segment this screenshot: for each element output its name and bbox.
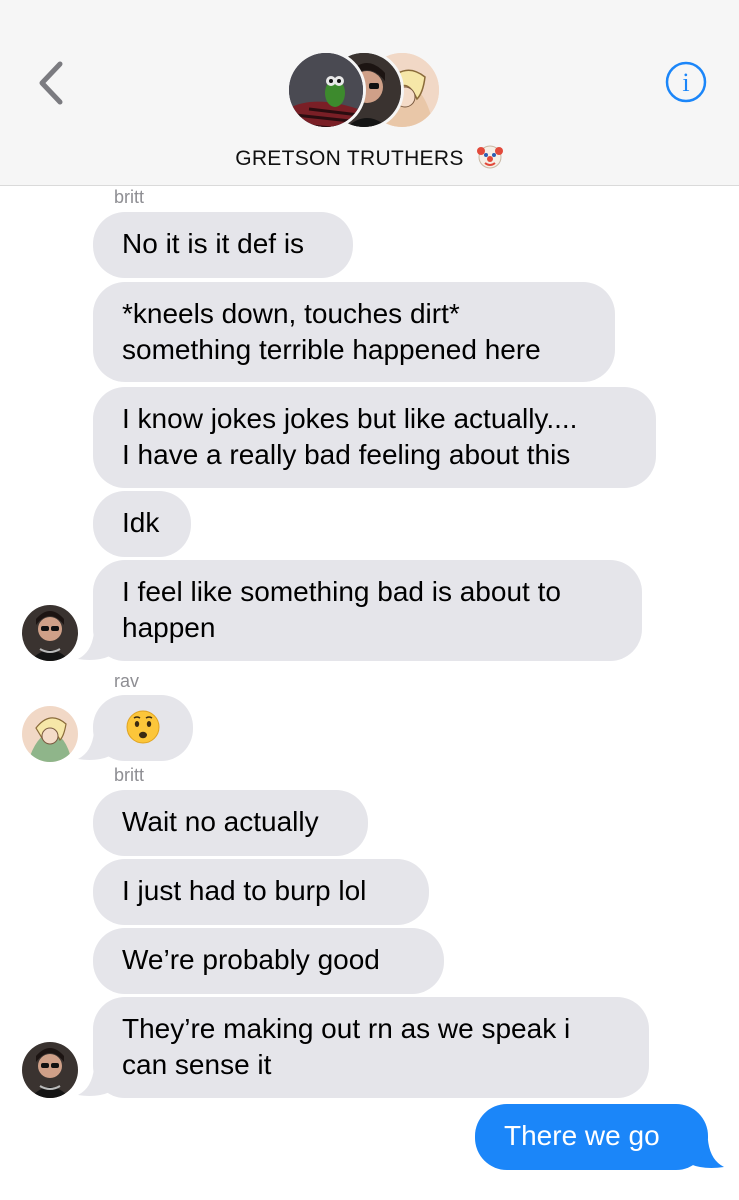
message-bubble[interactable]: Wait no actually (93, 790, 368, 856)
message-text: I just had to burp lol (122, 875, 367, 906)
group-avatar-kermit (286, 50, 366, 130)
message-text-line: something terrible happened here (122, 334, 541, 365)
message-text-line: I know jokes jokes but like actually.... (122, 403, 578, 434)
conversation-header: i GRETSON TRUTHERS (0, 0, 739, 186)
sent-message-bubble[interactable]: There we go (475, 1104, 708, 1170)
message-text-line: I have a really bad feeling about this (122, 439, 571, 470)
message-bubble[interactable]: They’re making out rn as we speak i can … (93, 997, 649, 1098)
sender-name: rav (114, 671, 140, 691)
avatar-britt[interactable] (22, 1042, 78, 1098)
sender-name: britt (114, 765, 145, 785)
avatar-britt[interactable] (22, 605, 78, 661)
message-bubble[interactable]: I know jokes jokes but like actually....… (93, 387, 656, 488)
back-button[interactable] (32, 60, 72, 106)
clown-face-emoji (476, 142, 504, 176)
message-text: Wait no actually (122, 806, 319, 837)
message-text-line: *kneels down, touches dirt* (122, 298, 460, 329)
group-name: GRETSON TRUTHERS (235, 147, 464, 170)
message-bubble[interactable]: Idk (93, 491, 191, 557)
message-text-line: can sense it (122, 1049, 272, 1080)
info-button[interactable]: i (664, 60, 708, 104)
message-bubble[interactable]: No it is it def is (93, 212, 353, 278)
sender-name: britt (114, 187, 145, 207)
message-text: We’re probably good (122, 944, 380, 975)
info-icon: i (665, 61, 707, 103)
group-avatars[interactable] (286, 50, 442, 134)
anxious-face-emoji (125, 709, 161, 754)
message-bubble[interactable] (93, 695, 193, 761)
message-bubble[interactable]: We’re probably good (93, 928, 444, 994)
message-text: There we go (504, 1120, 660, 1151)
message-bubble[interactable]: I just had to burp lol (93, 859, 429, 925)
svg-text:i: i (682, 68, 689, 97)
message-text: Idk (122, 507, 160, 538)
message-bubble[interactable]: I feel like something bad is about to ha… (93, 560, 642, 661)
message-text-line: They’re making out rn as we speak i (122, 1013, 571, 1044)
avatar-rav[interactable] (22, 706, 78, 762)
message-text: No it is it def is (122, 228, 305, 259)
message-text-line: I feel like something bad is about to (122, 576, 561, 607)
chevron-left-icon (39, 61, 63, 105)
group-title[interactable]: GRETSON TRUTHERS (0, 142, 739, 176)
message-text-line: happen (122, 612, 216, 643)
message-bubble[interactable]: *kneels down, touches dirt* something te… (93, 282, 615, 382)
